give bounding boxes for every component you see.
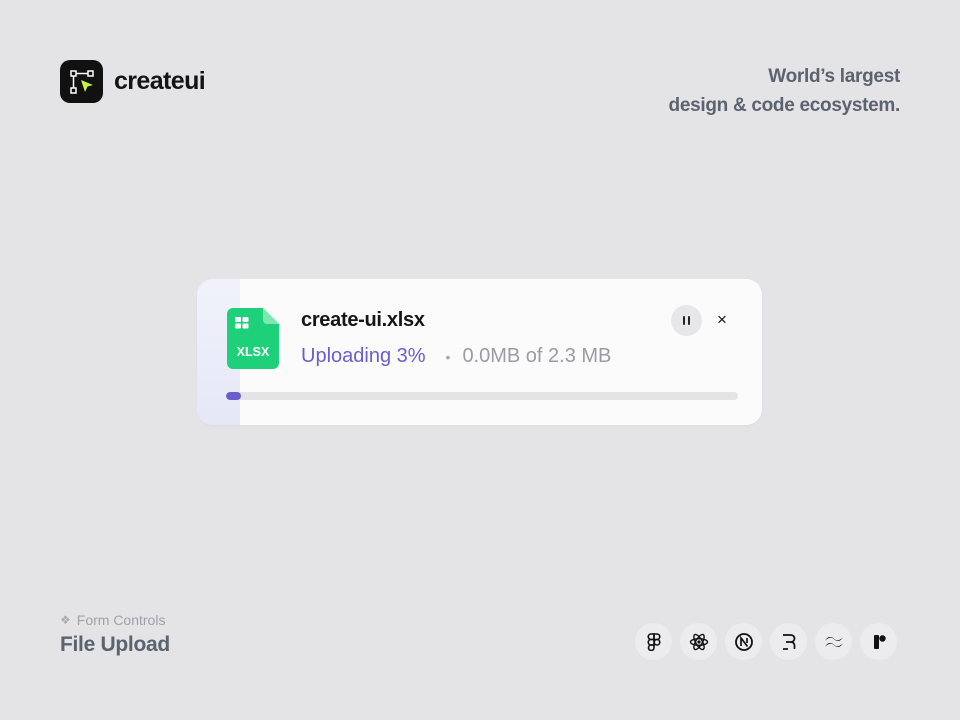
tailwind-icon[interactable] [815, 623, 852, 660]
file-type-label: XLSX [237, 345, 270, 359]
tagline: World’s largest design & code ecosystem. [668, 62, 901, 120]
brand[interactable]: createui [60, 60, 206, 103]
tagline-line-2: design & code ecosystem. [668, 95, 901, 116]
progress-fill [226, 392, 242, 400]
remix-icon[interactable] [770, 623, 807, 660]
figma-icon[interactable] [635, 623, 672, 660]
react-icon[interactable] [680, 623, 717, 660]
close-button[interactable]: × [711, 309, 733, 331]
component-title: File Upload [60, 633, 170, 656]
file-name: create-ui.xlsx [301, 309, 425, 331]
progress-bar [226, 392, 738, 400]
tagline-line-1: World’s largest [768, 66, 900, 87]
upload-percentage: Uploading 3% [301, 345, 426, 367]
pause-icon [683, 316, 685, 325]
nextjs-icon[interactable] [725, 623, 762, 660]
upload-status: Uploading 3% • 0.0MB of 2.3 MB [301, 345, 611, 368]
file-upload-card: XLSX create-ui.xlsx Uploading 3% • 0.0MB… [197, 279, 762, 425]
separator-dot: • [445, 348, 451, 365]
tech-stack [635, 623, 897, 660]
brand-name: createui [114, 67, 206, 95]
page: createui World’s largest design & code e… [0, 0, 960, 720]
pause-button[interactable] [671, 305, 702, 336]
framer-icon[interactable] [860, 623, 897, 660]
card-surface: XLSX create-ui.xlsx Uploading 3% • 0.0MB… [197, 279, 762, 425]
cursor-bezier-icon [60, 60, 103, 103]
close-icon: × [717, 310, 727, 329]
upload-size: 0.0MB of 2.3 MB [462, 345, 612, 367]
category-label: Form Controls [76, 612, 166, 628]
spreadsheet-file-icon: XLSX [227, 308, 279, 369]
category: ❖ Form Controls [60, 612, 165, 628]
category-icon: ❖ [60, 613, 71, 627]
